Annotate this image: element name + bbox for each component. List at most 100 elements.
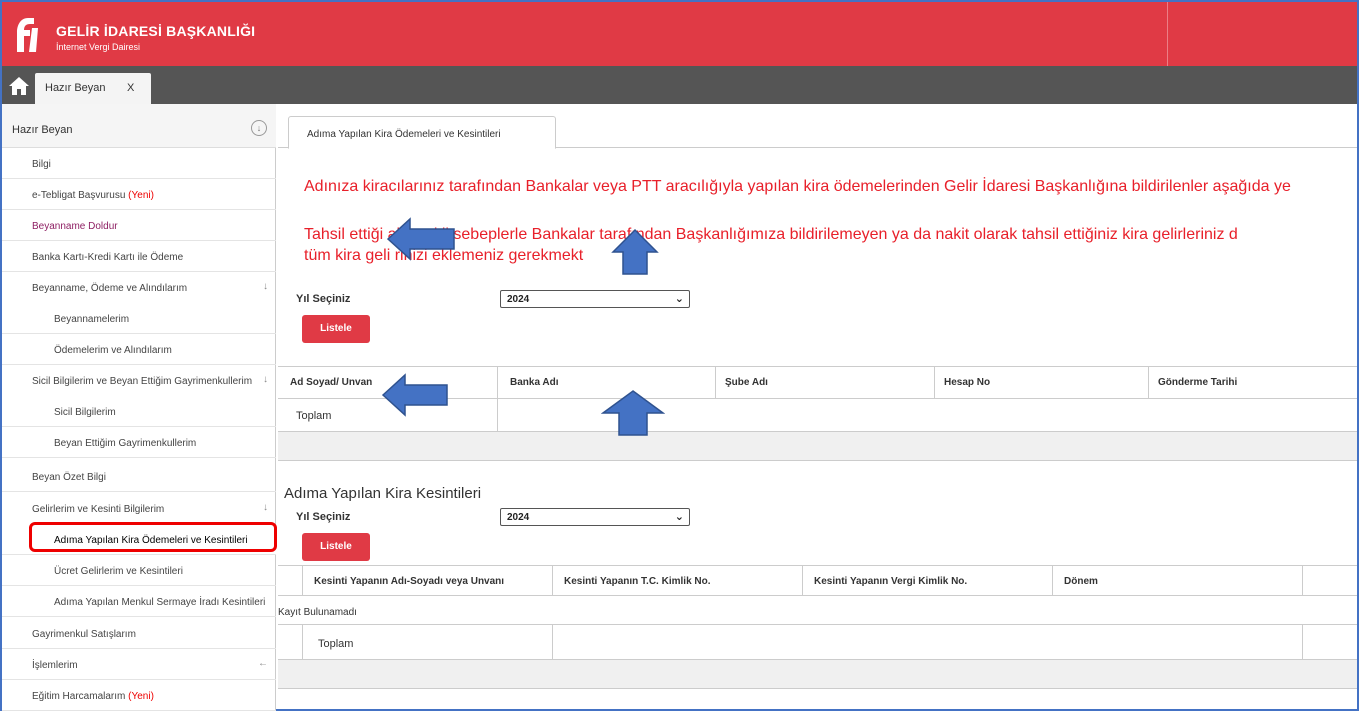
chevron-down-icon: ↓ [263,281,268,292]
table2-footer [278,659,1357,689]
tab-close-button[interactable]: X [127,82,134,94]
sidebar-item-label: e-Tebligat Başvurusu (Yeni) [32,190,154,201]
table2-top-border [278,565,1357,566]
table2-col-divider [302,565,303,595]
tab-bar: Hazır Beyan X [2,66,1357,104]
sidebar-item-label: Sicil Bilgilerim [54,407,116,418]
sidebar-group-sicil[interactable]: Sicil Bilgilerim ve Beyan Ettiğim Gayrim… [2,365,276,396]
year-label: Yıl Seçiniz [296,293,351,305]
sidebar-item-gayrimenkul-satislarim[interactable]: Gayrimenkul Satışlarım [2,618,276,649]
sidebar-item-menkul-sermaye[interactable]: Adıma Yapılan Menkul Sermaye İradı Kesin… [2,586,276,617]
sidebar-item-label: Ücret Gelirlerim ve Kesintileri [54,566,183,577]
table1-col-divider [934,366,935,399]
table2-row-border [278,624,1357,625]
sidebar-item-label: Eğitim Harcamalarım (Yeni) [32,691,154,702]
table1-col-divider [497,366,498,432]
year-select[interactable]: 2024 ⌄ [500,290,690,308]
sidebar-item-ucret-gelirleri[interactable]: Ücret Gelirlerim ve Kesintileri [2,555,276,586]
brand-title: GELİR İDARESİ BAŞKANLIĞI [56,23,256,39]
table1-header-sube[interactable]: Şube Adı [725,377,768,388]
table1-top-border [278,366,1357,367]
sidebar-item-label: Beyanname, Ödeme ve Alındılarım [32,283,188,294]
table2-header-vkn[interactable]: Kesinti Yapanın Vergi Kimlik No. [814,576,967,587]
annotation-left-arrow-icon [386,217,455,261]
sidebar-group-islemlerim[interactable]: İşlemlerim ← [2,649,276,680]
table1-header-banka[interactable]: Banka Adı [510,377,559,388]
table2-header-border [278,595,1357,596]
new-badge: (Yeni) [128,190,154,201]
list-button-2[interactable]: Listele [302,533,370,561]
table1-col-divider [715,366,716,399]
sidebar-item-beyanname-doldur[interactable]: Beyanname Doldur [2,210,276,241]
table1-total-label: Toplam [296,410,332,422]
table2-col-divider [302,624,303,659]
new-badge: (Yeni) [128,691,154,702]
label-text: e-Tebligat Başvurusu [32,190,129,201]
sidebar-item-label: Beyan Özet Bilgi [32,472,106,483]
year-select-value: 2024 [507,512,530,523]
sidebar-title: Hazır Beyan [12,124,73,136]
sidebar: Hazır Beyan ↓ Bilgi e-Tebligat Başvurusu… [2,104,276,711]
sidebar-item-label: Gelirlerim ve Kesinti Bilgilerim [32,504,165,515]
home-icon[interactable] [8,76,30,96]
collapse-circle-icon[interactable]: ↓ [251,120,267,136]
table2-header-tckn[interactable]: Kesinti Yapanın T.C. Kimlik No. [564,576,711,587]
tab-hazir-beyan[interactable]: Hazır Beyan X [35,73,151,104]
sidebar-item-label: Beyannamelerim [54,314,130,325]
table2-col-divider [802,565,803,595]
tab-label: Adıma Yapılan Kira Ödemeleri ve Kesintil… [307,129,501,140]
tab-label: Hazır Beyan [45,82,106,94]
sidebar-item-label: Bilgi [32,159,51,170]
chevron-down-icon: ↓ [263,374,268,385]
sidebar-item-egitim-harcamalari[interactable]: Eğitim Harcamalarım (Yeni) [2,680,276,711]
info-text-line1: Adınıza kiracılarınız tarafından Bankala… [304,178,1291,195]
top-header: GELİR İDARESİ BAŞKANLIĞI İnternet Vergi … [2,2,1357,66]
tab-kira-odemeleri[interactable]: Adıma Yapılan Kira Ödemeleri ve Kesintil… [288,116,556,149]
sidebar-group-gelirlerim[interactable]: Gelirlerim ve Kesinti Bilgilerim ↓ [2,493,276,524]
year-select-2[interactable]: 2024 ⌄ [500,508,690,526]
chevron-down-icon: ↓ [263,502,268,513]
sidebar-item-beyan-ozet[interactable]: Beyan Özet Bilgi [2,461,276,492]
year-select-value: 2024 [507,294,530,305]
table1-footer [278,431,1357,461]
sidebar-group-beyanname[interactable]: Beyanname, Ödeme ve Alındılarım ↓ [2,272,276,303]
sidebar-item-kart-odeme[interactable]: Banka Kartı-Kredi Kartı ile Ödeme [2,241,276,272]
sidebar-item-gayrimenkullerim[interactable]: Beyan Ettiğim Gayrimenkullerim [2,427,276,458]
list-button[interactable]: Listele [302,315,370,343]
section2-title: Adıma Yapılan Kira Kesintileri [284,485,482,502]
table2-col-divider [552,565,553,595]
content-tabstrip: Adıma Yapılan Kira Ödemeleri ve Kesintil… [278,104,1357,149]
table2-header-donem[interactable]: Dönem [1064,576,1098,587]
sidebar-item-label: Adıma Yapılan Menkul Sermaye İradı Kesin… [54,597,266,608]
header-divider [1167,2,1168,66]
brand-subtitle: İnternet Vergi Dairesi [56,42,141,52]
sidebar-item-label: Ödemelerim ve Alındılarım [54,345,172,356]
table2-total-label: Toplam [318,638,354,650]
sidebar-header[interactable]: Hazır Beyan ↓ [2,104,276,148]
sidebar-item-label: Sicil Bilgilerim ve Beyan Ettiğim Gayrim… [32,376,253,387]
sidebar-item-label: Beyan Ettiğim Gayrimenkullerim [54,438,197,449]
sidebar-item-e-tebligat[interactable]: e-Tebligat Başvurusu (Yeni) [2,179,276,210]
sidebar-item-beyannamelerim[interactable]: Beyannamelerim [2,303,276,334]
table1-header-hesap[interactable]: Hesap No [944,377,990,388]
table2-empty-text: Kayıt Bulunamadı [278,607,357,618]
sidebar-item-label: İşlemlerim [32,660,78,671]
sidebar-item-odemelerim[interactable]: Ödemelerim ve Alındılarım [2,334,276,365]
sidebar-item-label: Beyanname Doldur [32,221,118,232]
sidebar-item-bilgi[interactable]: Bilgi [2,148,276,179]
sidebar-item-sicil-bilgilerim[interactable]: Sicil Bilgilerim [2,396,276,427]
chevron-left-icon: ← [258,658,268,669]
chevron-down-icon: ⌄ [674,511,684,523]
table2-col-divider [1302,565,1303,595]
sidebar-item-label: Gayrimenkul Satışlarım [32,629,136,640]
table1-header-ad[interactable]: Ad Soyad/ Unvan [290,377,372,388]
table2-header-unvan[interactable]: Kesinti Yapanın Adı-Soyadı veya Unvanı [314,576,504,587]
gib-logo-icon[interactable] [14,16,40,54]
table2-col-divider [1052,565,1053,595]
table1-header-tarih[interactable]: Gönderme Tarihi [1158,377,1237,388]
highlight-annotation [29,522,277,552]
annotation-up-arrow-icon [601,390,665,436]
annotation-left-arrow-icon [381,373,448,417]
table2-col-divider [552,624,553,659]
annotation-up-arrow-icon [611,228,659,275]
